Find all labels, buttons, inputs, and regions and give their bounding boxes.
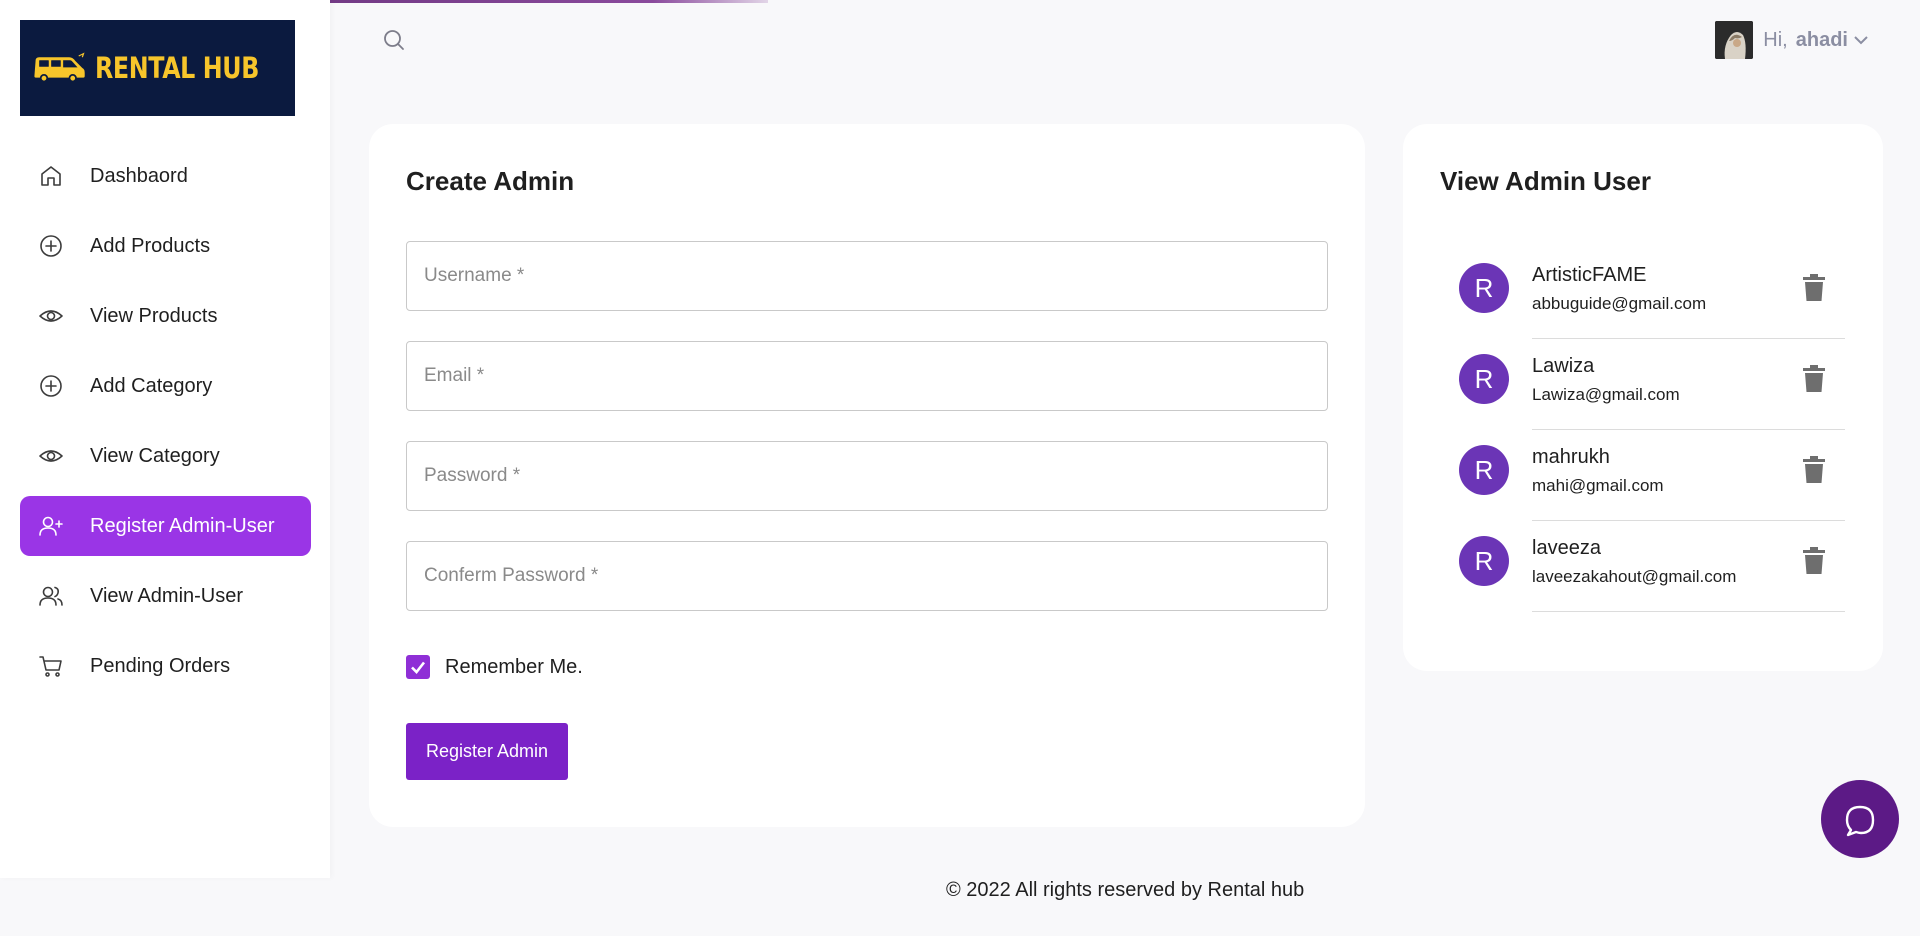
sidebar-item-view-category[interactable]: View Category — [20, 426, 311, 486]
sidebar-item-label: View Admin-User — [90, 584, 244, 607]
view-admin-card: View Admin User R ArtisticFAME abbuguide… — [1403, 124, 1883, 671]
van-icon — [34, 52, 85, 83]
check-icon — [411, 661, 426, 674]
sidebar-item-label: View Category — [90, 444, 220, 467]
avatar: R — [1459, 354, 1509, 404]
trash-icon[interactable] — [1802, 456, 1826, 484]
card-title: Create Admin — [406, 166, 575, 196]
logo-text: RENTAL HUB — [95, 51, 260, 85]
list-item: R mahrukh mahi@gmail.com — [1459, 430, 1845, 521]
chat-button[interactable] — [1821, 780, 1899, 858]
home-icon — [38, 163, 64, 189]
confirm-password-field[interactable] — [406, 541, 1328, 611]
list-item: R laveeza laveezakahout@gmail.com — [1459, 521, 1845, 612]
admin-email: mahi@gmail.com — [1532, 476, 1664, 495]
sidebar-item-label: Register Admin-User — [90, 514, 275, 537]
sidebar-item-label: View Products — [90, 304, 218, 327]
sidebar-item-dashboard[interactable]: Dashbaord — [20, 146, 311, 206]
create-admin-card: Create Admin Remember Me. Register Admin — [369, 124, 1365, 827]
sidebar-nav: Dashbaord Add Products View Products Add… — [20, 146, 311, 706]
admin-email: laveezakahout@gmail.com — [1532, 567, 1737, 586]
remember-me-checkbox[interactable] — [406, 655, 430, 679]
card-title: View Admin User — [1440, 166, 1651, 196]
admin-name: ArtisticFAME — [1532, 264, 1647, 286]
sidebar-item-register-admin-user[interactable]: Register Admin-User — [20, 496, 311, 556]
sidebar-item-label: Add Category — [90, 374, 213, 397]
username-field[interactable] — [406, 241, 1328, 311]
divider — [1532, 611, 1845, 612]
rental-hub-logo[interactable]: RENTAL HUB — [20, 20, 295, 116]
footer-text: © 2022 All rights reserved by Rental hub — [946, 879, 1305, 901]
sidebar-item-add-products[interactable]: Add Products — [20, 216, 311, 276]
avatar: R — [1459, 445, 1509, 495]
avatar — [1715, 21, 1754, 59]
list-item: R Lawiza Lawiza@gmail.com — [1459, 339, 1845, 430]
admin-name: Lawiza — [1532, 355, 1595, 377]
avatar: R — [1459, 536, 1509, 586]
password-field[interactable] — [406, 441, 1328, 511]
admin-email: abbuguide@gmail.com — [1532, 294, 1707, 313]
search-icon — [384, 30, 404, 50]
sidebar-item-pending-orders[interactable]: Pending Orders — [20, 636, 311, 696]
sidebar-item-label: Dashbaord — [90, 164, 188, 187]
trash-icon[interactable] — [1802, 365, 1826, 393]
sidebar-item-label: Pending Orders — [90, 654, 231, 677]
plus-circle-icon — [38, 233, 64, 259]
sidebar-item-view-products[interactable]: View Products — [20, 286, 311, 346]
email-field[interactable] — [406, 341, 1328, 411]
sidebar-item-add-category[interactable]: Add Category — [20, 356, 311, 416]
trash-icon[interactable] — [1802, 547, 1826, 575]
username-text: ahadi — [1795, 28, 1848, 51]
admin-user-list: R ArtisticFAME abbuguide@gmail.com R Law… — [1459, 248, 1845, 612]
sidebar: RENTAL HUB Dashbaord Add Products View P… — [0, 0, 330, 878]
greeting-text: Hi, — [1763, 28, 1788, 51]
cart-icon — [38, 653, 64, 679]
admin-name: mahrukh — [1532, 446, 1610, 468]
sidebar-item-label: Add Products — [90, 234, 211, 257]
trash-icon[interactable] — [1802, 274, 1826, 302]
admin-email: Lawiza@gmail.com — [1532, 385, 1680, 404]
chat-bubble-icon — [1845, 805, 1875, 837]
admin-name: laveeza — [1532, 537, 1601, 559]
avatar: R — [1459, 263, 1509, 313]
user-menu[interactable]: Hi, ahadi — [1715, 21, 1870, 59]
plus-circle-icon — [38, 373, 64, 399]
search-button[interactable] — [382, 28, 410, 56]
remember-me[interactable]: Remember Me. — [406, 655, 583, 679]
remember-me-label: Remember Me. — [445, 655, 583, 678]
user-plus-icon — [38, 513, 64, 539]
register-admin-button[interactable]: Register Admin — [406, 723, 568, 780]
eye-icon — [38, 303, 64, 329]
sidebar-item-view-admin-user[interactable]: View Admin-User — [20, 566, 311, 626]
chevron-down-icon — [1852, 31, 1870, 49]
eye-icon — [38, 443, 64, 469]
list-item: R ArtisticFAME abbuguide@gmail.com — [1459, 248, 1845, 339]
users-icon — [38, 583, 64, 609]
